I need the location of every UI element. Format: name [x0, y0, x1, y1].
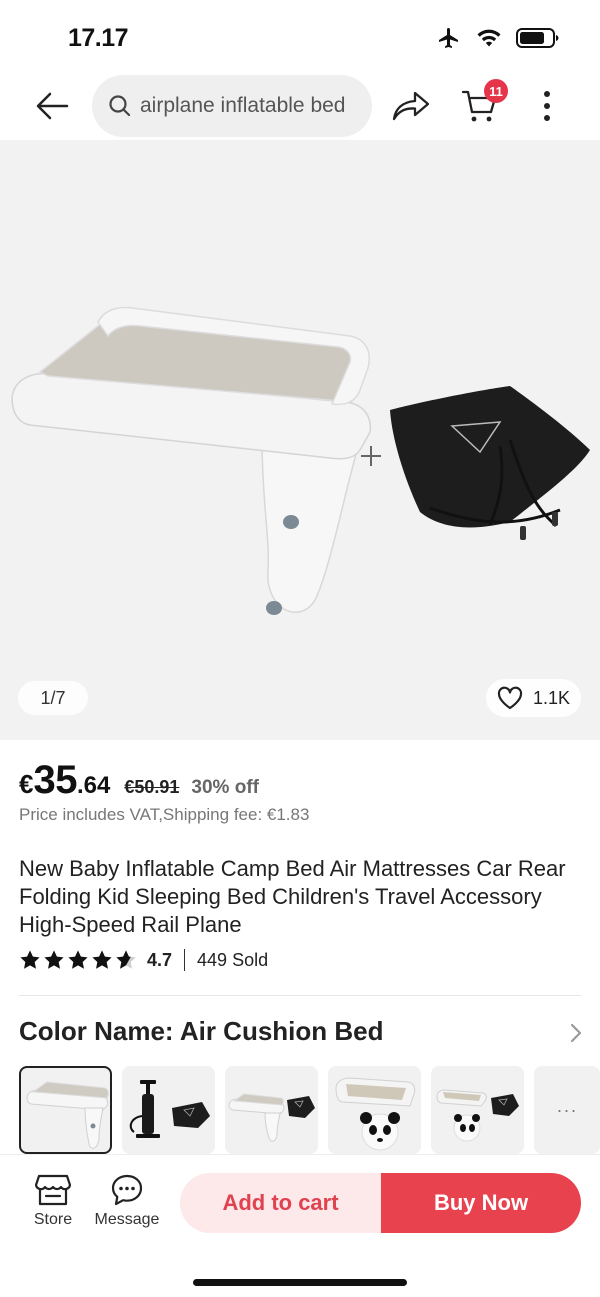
star-icon — [20, 950, 40, 969]
star-half-icon — [116, 950, 136, 969]
add-to-cart-button[interactable]: Add to cart — [180, 1173, 381, 1233]
variant-thumb-bed-with-bag[interactable] — [225, 1066, 318, 1154]
variant-thumb-pump[interactable] — [122, 1066, 215, 1154]
variant-image — [228, 1093, 315, 1142]
variant-thumb-panda-bed-with-bag[interactable] — [431, 1066, 524, 1154]
status-time: 17.17 — [68, 24, 129, 52]
arrow-left-icon — [36, 92, 69, 120]
product-title: New Baby Inflatable Camp Bed Air Mattres… — [19, 856, 566, 937]
price-decimal: .64 — [76, 772, 111, 799]
vat-shipping-note: Price includes VAT,Shipping fee: €1.83 — [19, 805, 310, 824]
buy-now-button[interactable]: Buy Now — [381, 1173, 581, 1233]
star-icon — [44, 950, 64, 969]
store-button[interactable]: Store — [28, 1173, 78, 1233]
home-indicator[interactable] — [193, 1279, 407, 1286]
more-options-button[interactable] — [532, 84, 562, 128]
cart-badge: 11 — [484, 79, 508, 103]
chevron-right-icon — [570, 1023, 582, 1043]
favorite-count: 1.1K — [532, 687, 571, 708]
search-icon — [109, 95, 131, 117]
wifi-icon — [477, 29, 501, 47]
rating-row[interactable]: 4.7 449 Sold — [19, 947, 268, 973]
product-image — [11, 306, 590, 615]
status-bar: 17.17 — [0, 0, 600, 78]
price-row: € 35 .64 €50.91 30% off — [19, 758, 259, 803]
heart-icon — [497, 686, 523, 710]
store-label: Store — [33, 1211, 73, 1228]
variant-thumbnails: ··· — [19, 1066, 600, 1154]
star-icon — [68, 950, 88, 969]
sold-count: 449 Sold — [197, 949, 269, 970]
gallery-page-counter: 1/7 — [18, 681, 88, 715]
header: airplane inflatable bed — [0, 72, 600, 140]
back-button[interactable] — [30, 86, 74, 126]
share-icon — [392, 91, 430, 121]
search-query: airplane inflatable bed — [140, 94, 346, 117]
variant-selector-header[interactable]: Color Name: Air Cushion Bed — [19, 1016, 585, 1050]
airplane-mode-icon — [439, 28, 458, 48]
original-price: €50.91 — [124, 777, 180, 797]
product-gallery[interactable]: 1/7 1.1K — [0, 140, 600, 740]
price-currency: € — [19, 769, 34, 799]
variant-image — [335, 1077, 416, 1151]
rating-value: 4.7 — [147, 949, 173, 970]
message-button[interactable]: Message — [90, 1173, 164, 1233]
price-integer: 35 — [33, 758, 77, 802]
message-label: Message — [94, 1211, 160, 1228]
rating-stars — [19, 949, 137, 971]
bottom-action-bar: Store Message Add to cart Buy Now — [0, 1154, 600, 1297]
rating-divider — [184, 949, 186, 971]
variant-thumb-panda-bed[interactable] — [328, 1066, 421, 1154]
battery-icon — [516, 28, 559, 48]
chat-bubble-icon — [111, 1174, 143, 1206]
variant-image — [129, 1080, 210, 1138]
variant-image — [26, 1081, 109, 1149]
status-icons — [436, 26, 560, 50]
variant-label: Color Name: Air Cushion Bed — [19, 1016, 384, 1046]
favorite-button[interactable]: 1.1K — [486, 679, 581, 717]
section-divider — [19, 995, 581, 996]
store-icon — [35, 1174, 71, 1206]
search-input[interactable]: airplane inflatable bed — [92, 75, 372, 137]
more-vertical-icon — [544, 91, 550, 121]
variant-image — [436, 1089, 519, 1142]
more-variants-button[interactable]: ··· — [534, 1066, 600, 1154]
variant-thumb-air-cushion-bed[interactable] — [19, 1066, 112, 1154]
share-button[interactable] — [388, 84, 434, 128]
discount-label: 30% off — [191, 777, 259, 798]
star-icon — [92, 950, 112, 969]
